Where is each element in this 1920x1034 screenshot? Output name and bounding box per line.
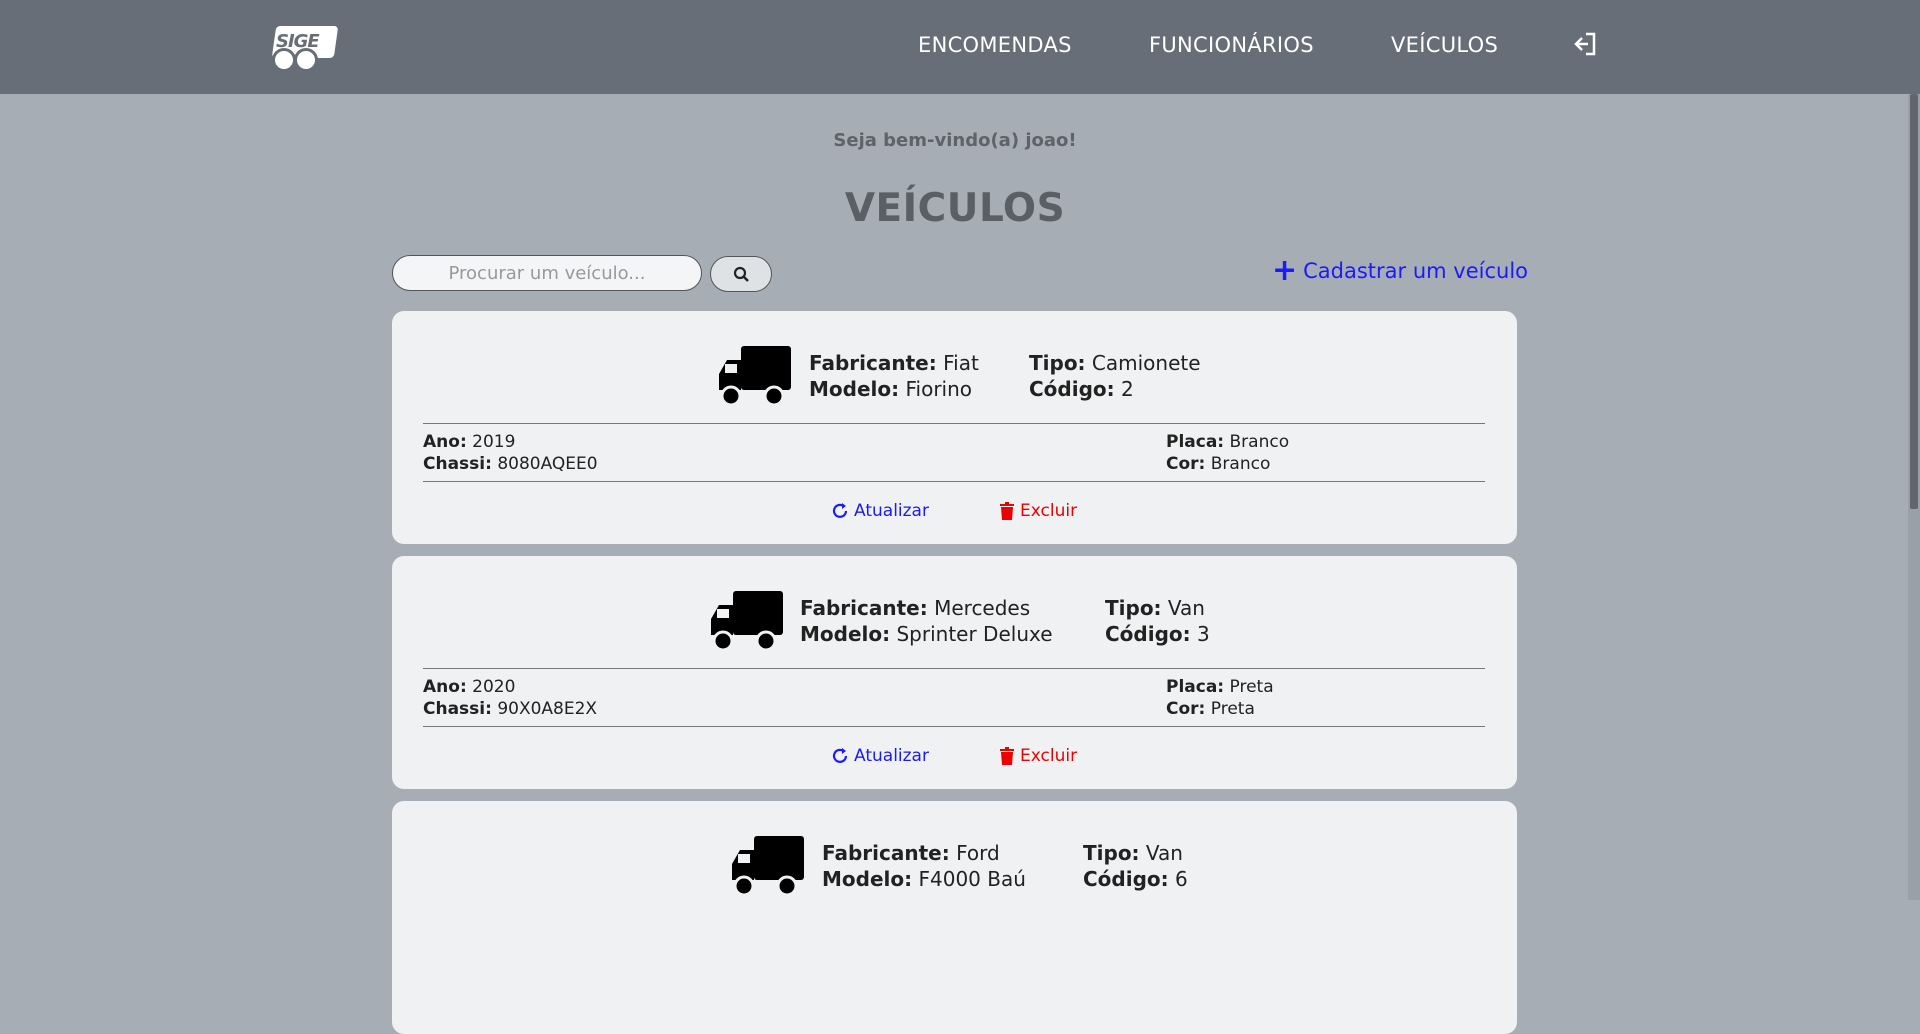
ano-field: Ano: 2020 bbox=[423, 677, 516, 697]
codigo-field: Código: 3 bbox=[1105, 622, 1210, 646]
tipo-field: Tipo: Camionete bbox=[1029, 351, 1201, 375]
divider bbox=[423, 726, 1485, 727]
sige-logo[interactable]: SIGE bbox=[270, 26, 340, 72]
scrollbar-thumb[interactable] bbox=[1910, 94, 1918, 509]
modelo-field: Modelo: Fiorino bbox=[809, 377, 973, 401]
refresh-icon bbox=[832, 503, 848, 518]
divider bbox=[423, 668, 1485, 669]
add-vehicle-label: Cadastrar um veículo bbox=[1303, 259, 1529, 283]
search-input[interactable]: Procurar um veículo... bbox=[392, 255, 702, 291]
truck-icon bbox=[711, 591, 783, 652]
nav-funcionarios[interactable]: FUNCIONÁRIOS bbox=[1149, 33, 1314, 57]
page-title: VEÍCULOS bbox=[844, 186, 1066, 231]
cor-field: Cor: Preta bbox=[1166, 699, 1255, 719]
chassi-field: Chassi: 90X0A8E2X bbox=[423, 699, 598, 719]
search-icon bbox=[733, 266, 749, 282]
vehicle-card: Fabricante: Fiat Modelo: Fiorino Tipo: C… bbox=[392, 311, 1517, 544]
ano-field: Ano: 2019 bbox=[423, 432, 516, 452]
truck-icon bbox=[719, 346, 791, 407]
modelo-field: Modelo: F4000 Baú bbox=[822, 867, 1026, 891]
update-button[interactable]: Atualizar bbox=[831, 746, 929, 766]
plus-icon: + bbox=[1272, 253, 1298, 288]
divider bbox=[423, 481, 1485, 482]
add-vehicle-link[interactable]: + Cadastrar um veículo bbox=[1272, 253, 1529, 288]
codigo-field: Código: 2 bbox=[1029, 377, 1134, 401]
modelo-field: Modelo: Sprinter Deluxe bbox=[800, 622, 1053, 646]
nav-veiculos[interactable]: VEÍCULOS bbox=[1391, 33, 1498, 57]
tipo-field: Tipo: Van bbox=[1083, 841, 1183, 865]
placa-field: Placa: Branco bbox=[1166, 432, 1290, 452]
refresh-icon bbox=[832, 748, 848, 763]
tipo-field: Tipo: Van bbox=[1105, 596, 1205, 620]
cor-field: Cor: Branco bbox=[1166, 454, 1271, 474]
truck-icon bbox=[732, 836, 804, 897]
fabricante-field: Fabricante: Fiat bbox=[809, 351, 979, 375]
search-button[interactable] bbox=[710, 256, 772, 292]
placa-field: Placa: Preta bbox=[1166, 677, 1274, 697]
trash-icon bbox=[1000, 747, 1014, 765]
nav-encomendas[interactable]: ENCOMENDAS bbox=[918, 33, 1072, 57]
codigo-field: Código: 6 bbox=[1083, 867, 1188, 891]
sign-out-icon[interactable] bbox=[1572, 30, 1600, 58]
fabricante-field: Fabricante: Ford bbox=[822, 841, 1000, 865]
chassi-field: Chassi: 8080AQEE0 bbox=[423, 454, 598, 474]
vehicle-card: Fabricante: Mercedes Modelo: Sprinter De… bbox=[392, 556, 1517, 789]
delete-button[interactable]: Excluir bbox=[999, 501, 1077, 521]
divider bbox=[423, 423, 1485, 424]
trash-icon bbox=[1000, 502, 1014, 520]
delete-button[interactable]: Excluir bbox=[999, 746, 1077, 766]
update-button[interactable]: Atualizar bbox=[831, 501, 929, 521]
welcome-message: Seja bem-vindo(a) joao! bbox=[833, 130, 1077, 151]
page-scrollbar[interactable] bbox=[1908, 94, 1920, 900]
vehicle-card: Fabricante: Ford Modelo: F4000 Baú Tipo:… bbox=[392, 801, 1517, 1034]
top-navbar: SIGE ENCOMENDAS FUNCIONÁRIOS VEÍCULOS bbox=[0, 0, 1920, 94]
fabricante-field: Fabricante: Mercedes bbox=[800, 596, 1031, 620]
